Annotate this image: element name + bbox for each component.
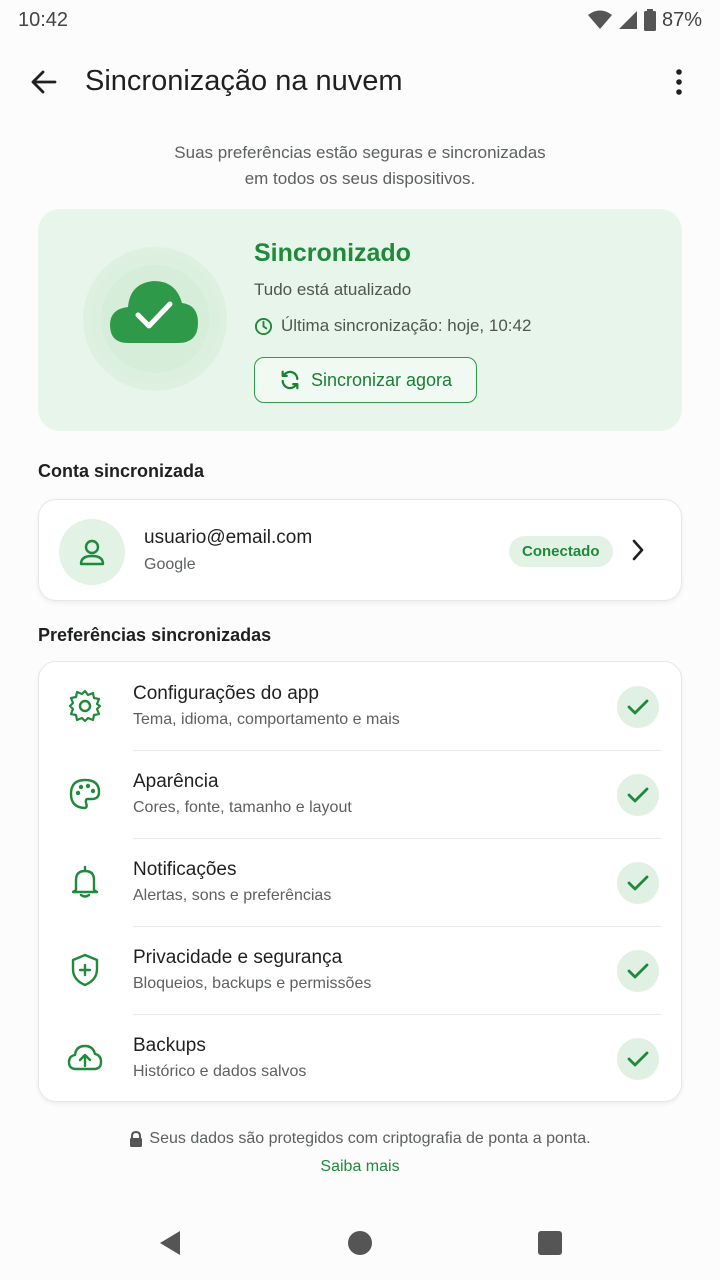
cloud-check-icon [110,281,198,343]
status-time: 10:42 [18,8,69,31]
person-icon [79,539,105,566]
sync-now-label: Sincronizar agora [310,369,453,390]
nav-back-icon[interactable] [158,1230,182,1256]
sync-status-text: Tudo está atualizado [254,280,412,299]
pref-item-notifications[interactable]: Notificações Alertas, sons e preferência… [39,838,683,926]
pref-item-title: Backups [133,1035,206,1056]
wifi-icon [587,10,612,29]
bell-icon [67,864,103,900]
signal-icon [618,11,637,29]
last-sync: Última sincronização: hoje, 10:42 [254,316,531,336]
pref-item-title: Configurações do app [133,683,319,704]
cloud-upload-icon [67,1040,103,1076]
sync-status-card: Sincronizado Tudo está atualizado Última… [38,209,682,431]
sync-now-button[interactable]: Sincronizar agora [254,357,477,403]
app-bar: Sincronização na nuvem [0,52,720,112]
pref-item-backups[interactable]: Backups Histórico e dados salvos [39,1014,683,1102]
check-icon [617,862,659,904]
pref-item-desc: Tema, idioma, comportamento e mais [133,711,400,728]
gear-icon [67,688,103,724]
chevron-right-icon [632,539,644,561]
battery-level: 87% [661,8,702,31]
encryption-note-text: Seus dados são protegidos com criptograf… [149,1130,591,1147]
preferences-section-label: Preferências sincronizadas [38,625,272,645]
pref-item-title: Privacidade e segurança [133,947,343,968]
account-card[interactable]: usuario@email.com Google Conectado [38,499,682,601]
page-title: Sincronização na nuvem [85,65,403,97]
status-icons: 87% [587,8,702,32]
check-icon [617,950,659,992]
shield-icon [67,952,103,988]
last-sync-text: Última sincronização: hoje, 10:42 [281,316,532,335]
account-email: usuario@email.com [144,527,313,548]
learn-more-link[interactable]: Saiba mais [0,1158,720,1176]
check-icon [617,686,659,728]
pref-item-desc: Histórico e dados salvos [133,1063,307,1080]
account-provider: Google [144,556,196,573]
pref-item-desc: Alertas, sons e preferências [133,887,332,904]
clock-icon [254,317,273,335]
sync-status-title: Sincronizado [254,239,411,267]
intro-line-1: Suas preferências estão seguras e sincro… [174,143,546,162]
pref-item-app-settings[interactable]: Configurações do app Tema, idioma, compo… [39,662,683,750]
more-vertical-icon [676,69,682,95]
arrow-left-icon [31,70,57,94]
nav-recents-icon[interactable] [538,1231,562,1255]
pref-item-desc: Cores, fonte, tamanho e layout [133,799,352,816]
check-icon [617,774,659,816]
more-options-button[interactable] [666,66,692,98]
pref-item-appearance[interactable]: Aparência Cores, fonte, tamanho e layout [39,750,683,838]
battery-icon [643,9,656,31]
status-bar: 10:42 87% [0,0,720,40]
refresh-icon [281,370,299,390]
system-nav-bar [0,1210,720,1280]
pref-item-desc: Bloqueios, backups e permissões [133,975,372,992]
pref-item-title: Notificações [133,859,237,880]
pref-item-privacy[interactable]: Privacidade e segurança Bloqueios, backu… [39,926,683,1014]
intro-line-2: em todos os seus dispositivos. [244,169,476,188]
nav-home-icon[interactable] [348,1231,372,1255]
status-badge: Conectado [509,536,613,567]
account-section-label: Conta sincronizada [38,461,205,481]
intro-text: Suas preferências estão seguras e sincro… [0,140,720,192]
check-icon [617,1038,659,1080]
preferences-card: Configurações do app Tema, idioma, compo… [38,661,682,1102]
lock-icon [130,1131,143,1147]
pref-item-title: Aparência [133,771,219,792]
avatar [59,519,125,585]
encryption-note: Seus dados são protegidos com criptograf… [0,1130,720,1148]
back-button[interactable] [28,66,60,98]
palette-icon [67,776,103,812]
